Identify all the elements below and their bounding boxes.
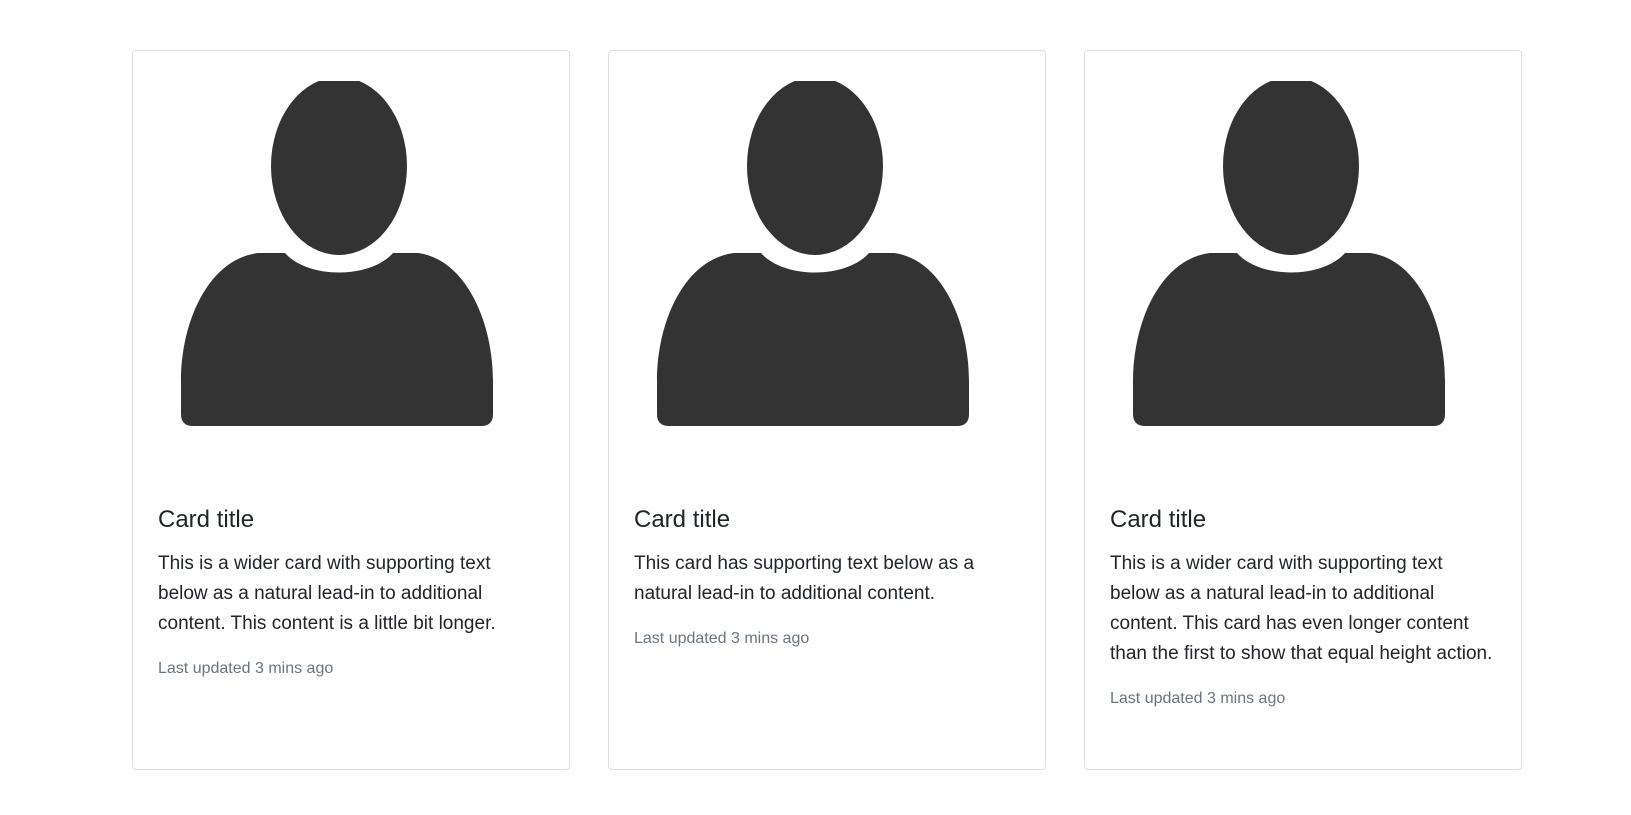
card-text: This card has supporting text below as a…: [634, 552, 975, 604]
last-updated-text: Last updated 3 mins ago: [158, 659, 334, 677]
card-body: Card title This is a wider card with sup…: [133, 491, 569, 681]
user-silhouette-icon: [181, 81, 493, 426]
card-body: Card title This card has supporting text…: [609, 491, 1045, 651]
card-text: This is a wider card with supporting tex…: [1110, 552, 1493, 664]
card-body: Card title This is a wider card with sup…: [1085, 491, 1521, 711]
card-title: Card title: [634, 506, 731, 533]
user-silhouette-icon: [657, 81, 969, 426]
last-updated-text: Last updated 3 mins ago: [1110, 689, 1286, 707]
card-text: This is a wider card with supporting tex…: [158, 552, 496, 634]
last-updated-text: Last updated 3 mins ago: [634, 629, 810, 647]
card-group: Card title This is a wider card with sup…: [132, 50, 1522, 770]
card-title: Card title: [1110, 506, 1207, 533]
card-2: Card title This card has supporting text…: [608, 50, 1046, 770]
user-silhouette-icon: [1133, 81, 1445, 426]
card-1: Card title This is a wider card with sup…: [132, 50, 570, 770]
card-3: Card title This is a wider card with sup…: [1084, 50, 1522, 770]
card-title: Card title: [158, 506, 255, 533]
